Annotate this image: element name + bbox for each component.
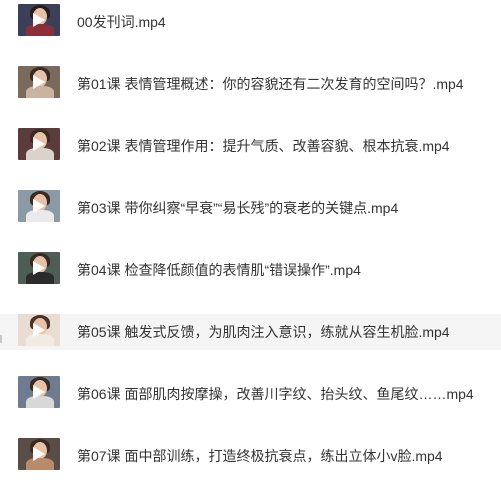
file-name: 00发刊词.mp4 bbox=[77, 14, 166, 30]
video-thumbnail-icon bbox=[18, 438, 60, 470]
video-thumbnail-icon bbox=[18, 4, 60, 36]
file-name: 第04课 检查降低颜值的表情肌“错误操作”.mp4 bbox=[77, 262, 361, 278]
file-list: 00发刊词.mp4 第01课 表情管理概述：你的容貌还有二次发育的空间吗？.mp… bbox=[0, 0, 501, 480]
file-row-07[interactable]: 第07课 面中部训练，打造终极抗衰点，练出立体小v脸.mp4 bbox=[0, 438, 501, 474]
file-name: 第06课 面部肌肉按摩操，改善川字纹、抬头纹、鱼尾纹……mp4 bbox=[77, 386, 474, 402]
file-row-00[interactable]: 00发刊词.mp4 bbox=[0, 4, 501, 40]
video-thumbnail-icon bbox=[18, 66, 60, 98]
video-thumbnail-icon bbox=[18, 314, 60, 346]
file-name: 第07课 面中部训练，打造终极抗衰点，练出立体小v脸.mp4 bbox=[77, 448, 443, 464]
scroll-edge-marker bbox=[0, 335, 2, 343]
file-row-03[interactable]: 第03课 带你纠察“早衰”“易长残”的衰老的关键点.mp4 bbox=[0, 190, 501, 226]
file-row-05[interactable]: 第05课 触发式反馈，为肌肉注入意识，练就从容生机脸.mp4 bbox=[0, 314, 501, 350]
video-thumbnail-icon bbox=[18, 252, 60, 284]
file-row-01[interactable]: 第01课 表情管理概述：你的容貌还有二次发育的空间吗？.mp4 bbox=[0, 66, 501, 102]
file-name: 第03课 带你纠察“早衰”“易长残”的衰老的关键点.mp4 bbox=[77, 200, 399, 216]
video-thumbnail-icon bbox=[18, 376, 60, 408]
file-name: 第02课 表情管理作用：提升气质、改善容貌、根本抗衰.mp4 bbox=[77, 138, 450, 154]
file-row-04[interactable]: 第04课 检查降低颜值的表情肌“错误操作”.mp4 bbox=[0, 252, 501, 288]
file-name: 第05课 触发式反馈，为肌肉注入意识，练就从容生机脸.mp4 bbox=[77, 324, 450, 340]
file-name: 第01课 表情管理概述：你的容貌还有二次发育的空间吗？.mp4 bbox=[77, 76, 464, 92]
video-thumbnail-icon bbox=[18, 128, 60, 160]
file-row-06[interactable]: 第06课 面部肌肉按摩操，改善川字纹、抬头纹、鱼尾纹……mp4 bbox=[0, 376, 501, 412]
video-thumbnail-icon bbox=[18, 190, 60, 222]
file-row-02[interactable]: 第02课 表情管理作用：提升气质、改善容貌、根本抗衰.mp4 bbox=[0, 128, 501, 164]
